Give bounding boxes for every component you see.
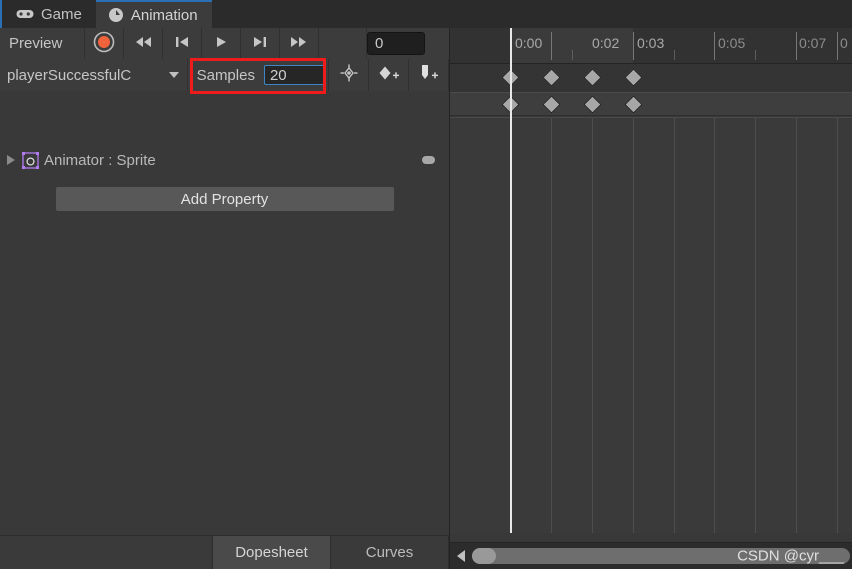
clip-name-label: playerSuccessfulC (7, 66, 132, 84)
preview-label: Preview (9, 35, 63, 52)
scrollbar-track[interactable]: CSDN @cyr___ (472, 547, 850, 565)
ruler-tick-minor (755, 50, 756, 60)
triangle-right-icon[interactable] (7, 155, 15, 165)
property-label: Animator : Sprite (44, 151, 156, 169)
add-property-button[interactable]: Add Property (54, 186, 395, 212)
tab-bar-accent-edge (0, 0, 2, 28)
first-frame-button[interactable] (124, 28, 163, 59)
grid-line (592, 118, 593, 533)
tab-game[interactable]: Game (4, 0, 96, 28)
step-backward-icon (173, 35, 191, 53)
clip-toolbar: playerSuccessfulC Samples (0, 59, 449, 92)
next-frame-button[interactable] (241, 28, 280, 59)
toolbar-spacer (319, 28, 367, 59)
grid-line (674, 118, 675, 533)
grid-line (796, 118, 797, 533)
record-icon (93, 31, 115, 57)
tab-bar-empty-space (211, 0, 852, 28)
keyframe-diamond[interactable] (583, 95, 602, 114)
add-property-container: Add Property (0, 186, 449, 212)
property-row-animator-sprite[interactable]: Animator : Sprite (0, 148, 449, 172)
grid-line (837, 118, 838, 533)
tab-animation-label: Animation (130, 6, 198, 24)
timeline-panel: 0:00 0:02 0:03 0:05 0:07 0 CSDN @cyr___ (450, 28, 852, 569)
grid-line (755, 118, 756, 533)
step-forward-icon (251, 35, 269, 53)
mode-tab-bar: Dopesheet Curves (0, 535, 449, 569)
keyframe-diamond[interactable] (542, 95, 561, 114)
gamepad-icon (16, 8, 34, 20)
preview-button[interactable]: Preview (0, 28, 85, 59)
clip-selector-dropdown[interactable]: playerSuccessfulC (0, 59, 188, 91)
ruler-tick-minor (572, 50, 573, 60)
ruler-label: 0 (840, 35, 848, 51)
keyframe-diamond[interactable] (624, 95, 643, 114)
watermark-label: CSDN @cyr___ (737, 547, 844, 565)
clock-icon (108, 7, 124, 23)
tab-curves[interactable]: Curves (331, 536, 449, 569)
ruler-label: 0:07 (799, 35, 827, 51)
tab-curves-label: Curves (365, 544, 414, 561)
ruler-tick (551, 32, 552, 60)
add-keyframe-icon (339, 63, 359, 87)
skip-to-start-icon (132, 35, 154, 53)
last-frame-button[interactable] (280, 28, 319, 59)
toolbar-tail (431, 28, 449, 59)
playback-toolbar: Preview 0 (0, 28, 449, 60)
sprite-renderer-icon (22, 151, 39, 169)
add-marker-button[interactable] (409, 59, 449, 91)
add-event-icon (377, 63, 401, 87)
dot-toggle-icon[interactable] (422, 156, 435, 164)
current-frame-field[interactable]: 0 (367, 32, 425, 55)
previous-frame-button[interactable] (163, 28, 202, 59)
chevron-down-icon (168, 72, 179, 78)
grid-line (714, 118, 715, 533)
ruler-tick (796, 32, 797, 60)
tab-animation[interactable]: Animation (95, 0, 212, 28)
scroll-left-arrow-icon (457, 550, 465, 562)
hierarchy-top-gap (0, 91, 449, 120)
window-tab-bar: Game Animation (0, 0, 852, 28)
keyframe-diamond[interactable] (583, 68, 602, 87)
ruler-label: 0:00 (515, 35, 543, 51)
play-icon (213, 35, 229, 53)
playhead-line[interactable] (510, 28, 512, 533)
add-marker-icon (417, 63, 441, 87)
tab-game-label: Game (41, 5, 82, 23)
ruler-tick (633, 32, 634, 60)
ruler-label: 0:02 (592, 35, 620, 51)
scroll-left-button[interactable] (450, 543, 472, 569)
samples-label: Samples (196, 66, 255, 84)
ruler-label: 0:05 (718, 35, 746, 51)
grid-line (633, 118, 634, 533)
samples-group: Samples (187, 59, 330, 91)
ruler-tick (837, 32, 838, 60)
mode-tab-filler (0, 536, 213, 569)
add-event-button[interactable] (369, 59, 410, 91)
tab-dopesheet[interactable]: Dopesheet (213, 536, 331, 569)
current-frame-value: 0 (375, 35, 384, 52)
record-button[interactable] (85, 28, 124, 59)
ruler-tick-minor (674, 50, 675, 60)
scrollbar-thumb[interactable] (472, 548, 496, 564)
samples-input[interactable] (263, 65, 326, 85)
add-keyframe-button[interactable] (329, 59, 370, 91)
horizontal-scrollbar[interactable]: CSDN @cyr___ (450, 542, 852, 569)
skip-to-end-icon (288, 35, 310, 53)
ruler-tick (714, 32, 715, 60)
tab-dopesheet-label: Dopesheet (235, 544, 308, 561)
animation-window: Game Animation Preview 0 playerSuccessfu… (0, 0, 852, 569)
ruler-label: 0:03 (637, 35, 665, 51)
keyframe-diamond[interactable] (624, 68, 643, 87)
play-button[interactable] (202, 28, 241, 59)
animation-left-panel: Preview 0 playerSuccessfulC Samples 20 A… (0, 28, 450, 569)
keyframe-diamond[interactable] (542, 68, 561, 87)
grid-line (551, 118, 552, 533)
